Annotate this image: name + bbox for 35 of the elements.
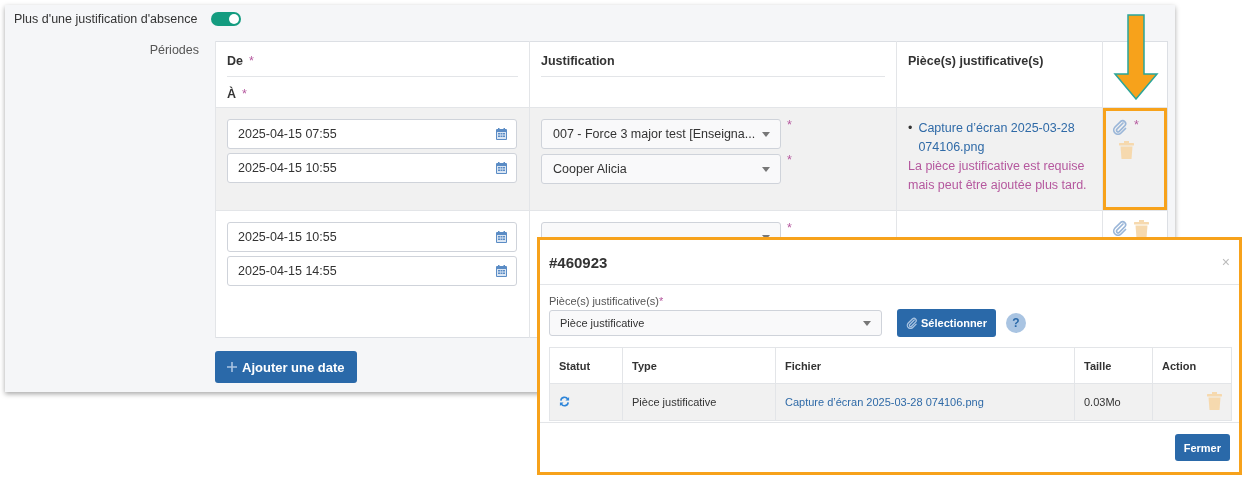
required-mark: *: [787, 222, 792, 237]
column-header: Action: [1162, 359, 1197, 372]
attachment-note: La pièce justificative est requise mais peut être ajoutée plus tard.: [908, 158, 1088, 194]
required-mark: *: [242, 87, 247, 101]
column-header: De: [227, 54, 243, 68]
select-file-button[interactable]: Sélectionner: [897, 309, 997, 337]
required-mark: *: [1134, 119, 1140, 131]
date-field[interactable]: 2025-04-15 10:55: [227, 153, 517, 183]
required-mark: *: [787, 154, 792, 169]
column-header: Pièce(s) justificative(s): [908, 54, 1044, 68]
date-field[interactable]: 2025-04-15 07:55: [227, 119, 517, 149]
field-label: Pièce(s) justificative(s): [549, 295, 660, 307]
column-header: Taille: [1084, 359, 1112, 372]
type-select[interactable]: Pièce justificative: [549, 310, 882, 336]
column-header: Justification: [541, 54, 615, 68]
file-link[interactable]: Capture d’écran 2025-03-28 074106.png: [918, 119, 1091, 157]
column-header: Type: [632, 359, 657, 372]
dropdown-select[interactable]: Cooper Alicia: [541, 154, 781, 184]
table-cell: Pièce justificative: [632, 396, 717, 408]
required-mark: *: [787, 119, 792, 134]
periods-label: Périodes: [149, 43, 199, 57]
date-field[interactable]: 2025-04-15 14:55: [227, 256, 517, 286]
date-field[interactable]: 2025-04-15 10:55: [227, 222, 517, 252]
table-cell: 0.03Mo: [1084, 396, 1121, 408]
column-header: Statut: [559, 359, 591, 372]
required-mark: *: [249, 54, 254, 68]
column-header: Fichier: [785, 359, 822, 372]
dialog-title: #460923: [549, 253, 608, 271]
column-header: À: [227, 87, 237, 101]
add-date-button[interactable]: Ajouter une date: [215, 351, 357, 383]
required-mark: *: [659, 295, 664, 307]
bullet: •: [908, 120, 913, 137]
dropdown-select[interactable]: 007 - Force 3 major test [Enseigna...: [541, 119, 781, 149]
toggle-label: Plus d'une justification d'absence: [14, 12, 198, 26]
close-dialog-button[interactable]: Fermer: [1174, 434, 1230, 461]
